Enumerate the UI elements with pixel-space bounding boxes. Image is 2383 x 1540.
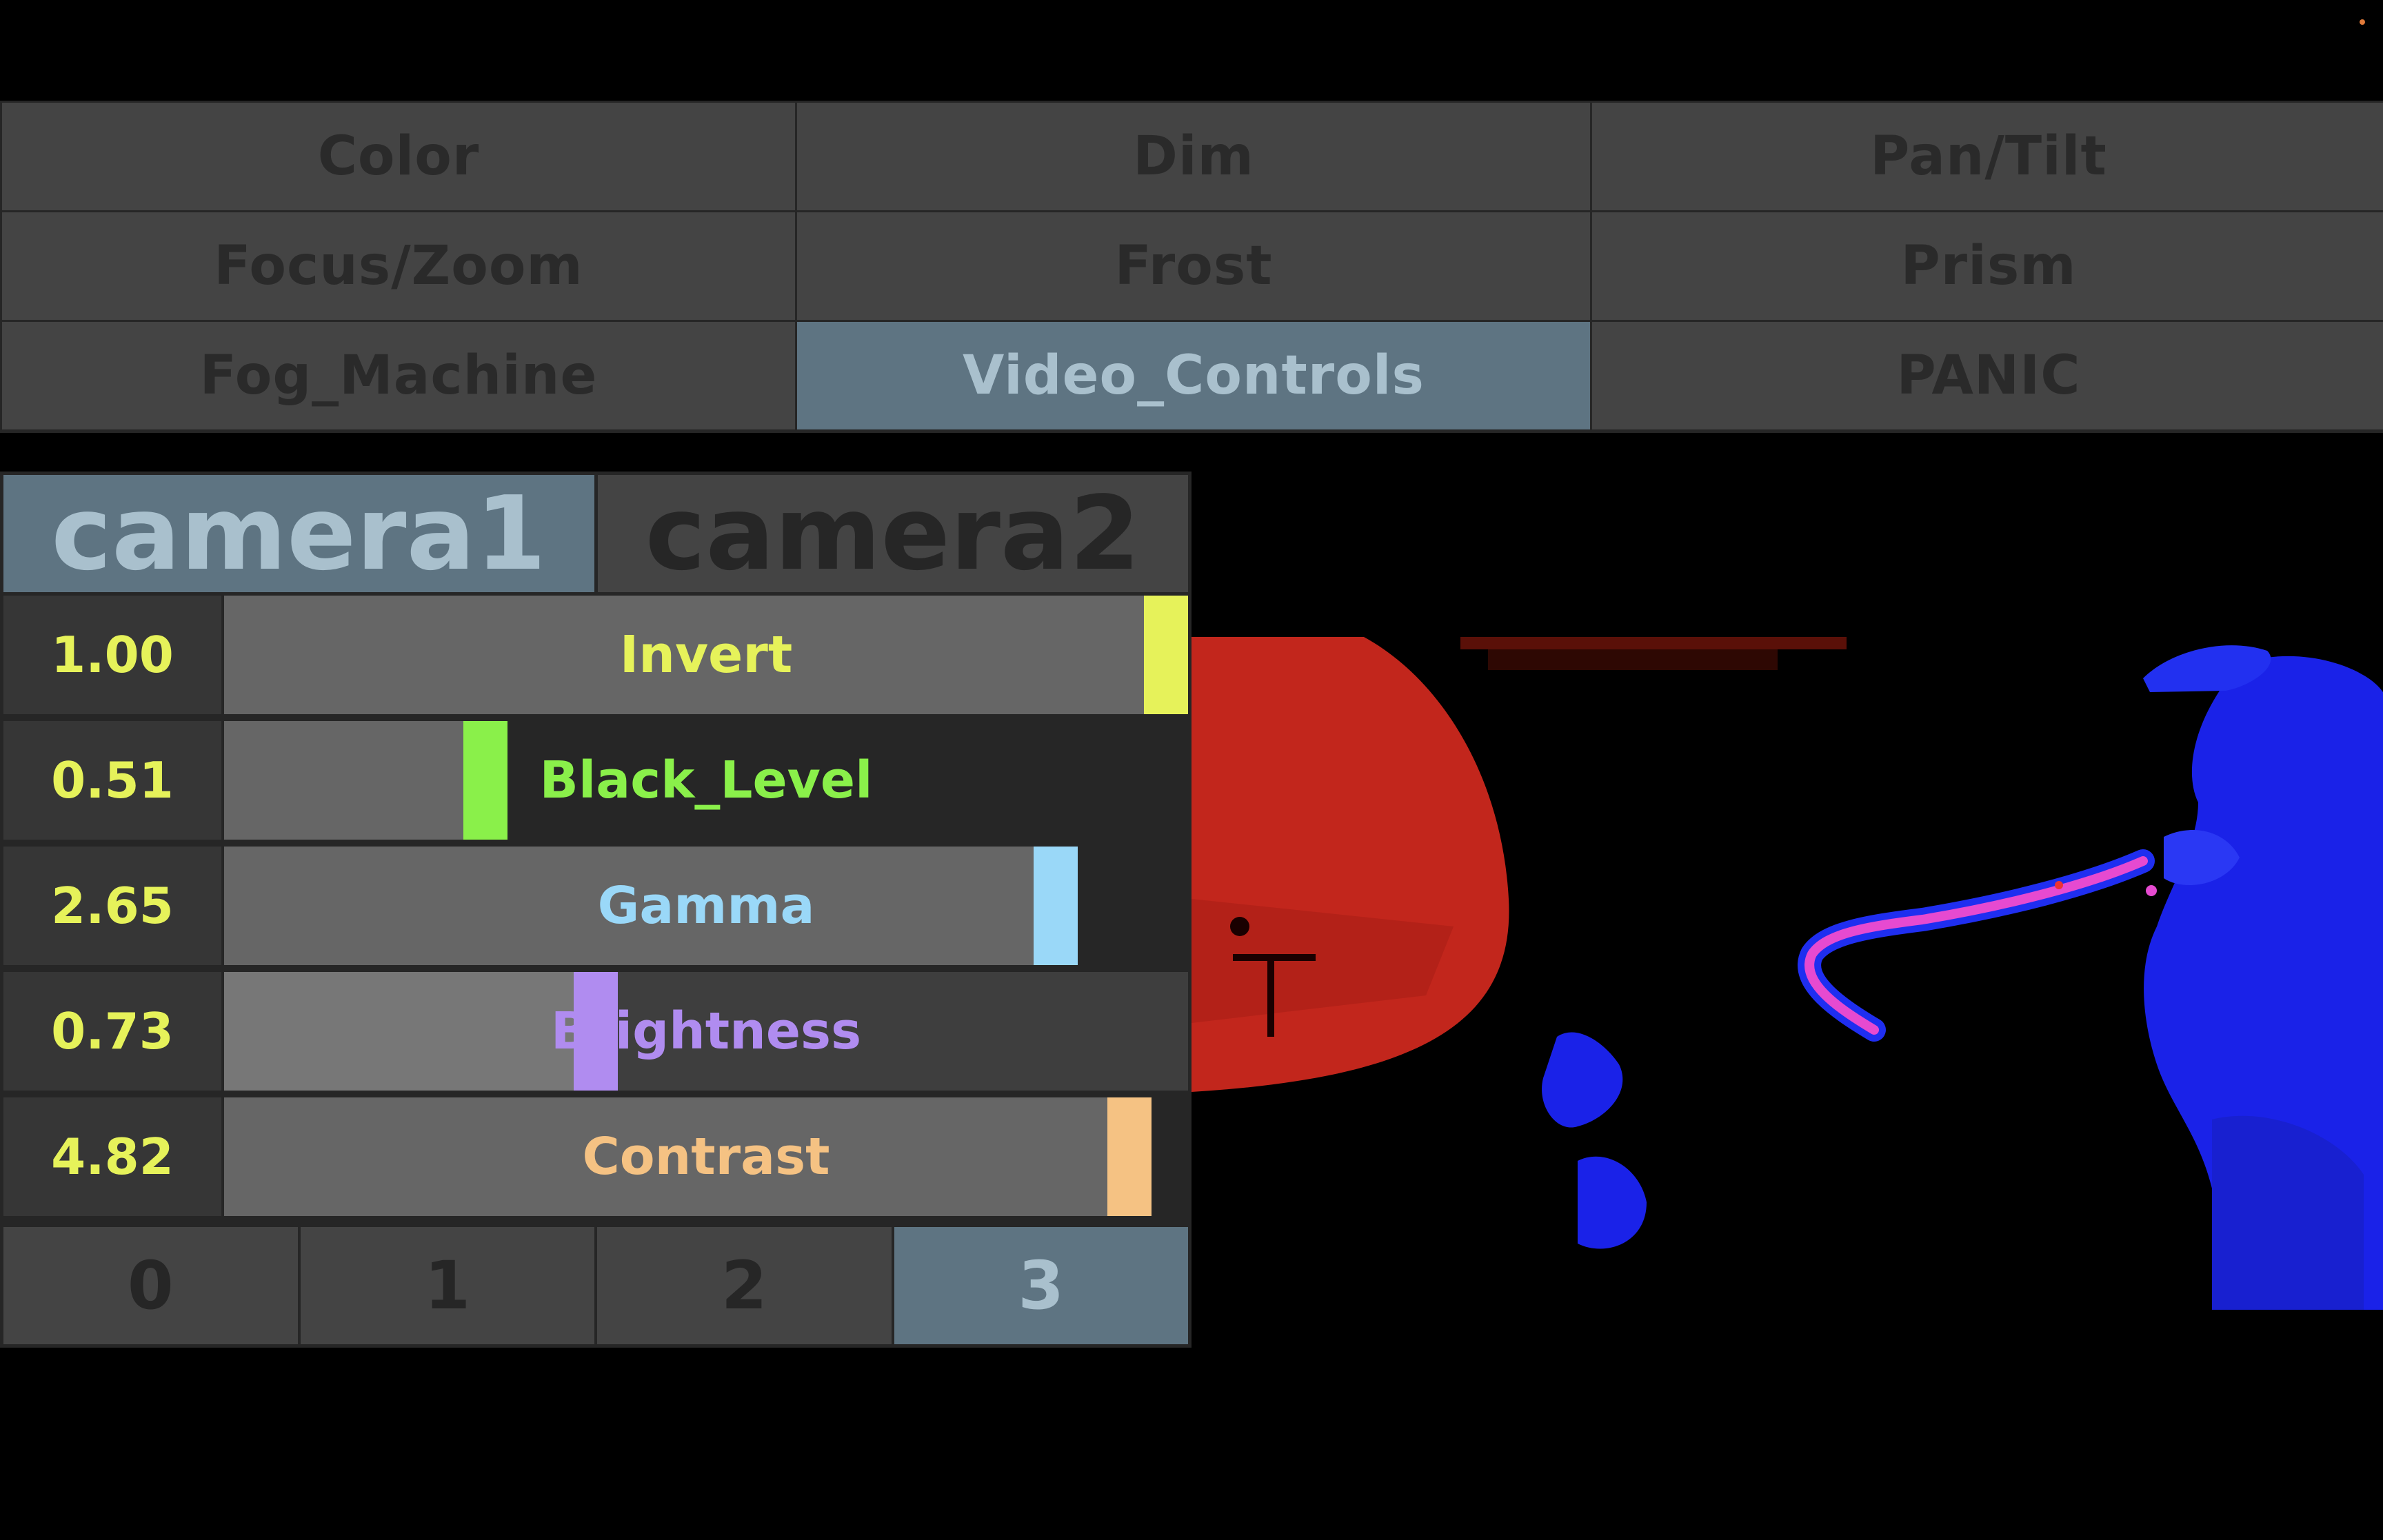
nav-button-video-controls[interactable]: Video_Controls [797,322,1590,429]
fader-row-black-level: 0.51 Black_Level [3,721,1188,840]
preset-button-0[interactable]: 0 [3,1227,298,1344]
gamma-fader[interactable]: Gamma [224,847,1188,965]
preset-button-3[interactable]: 3 [894,1227,1188,1344]
nav-button-panic[interactable]: PANIC [1592,322,2383,429]
video-control-panel: camera1 camera2 1.00 Invert 0.51 Black_L… [0,472,1192,1348]
camera-tabs: camera1 camera2 [3,474,1188,593]
contrast-fader[interactable]: Contrast [224,1097,1188,1216]
nav-button-focus-zoom[interactable]: Focus/Zoom [2,212,795,320]
black-level-label: Black_Level [539,751,873,810]
video-frame-image [1192,637,2383,1310]
nav-button-pan-tilt[interactable]: Pan/Tilt [1592,103,2383,210]
gamma-label: Gamma [597,876,815,935]
fader-row-brightness: 0.73 Brightness [3,972,1188,1091]
preset-button-1[interactable]: 1 [300,1227,594,1344]
tab-camera1[interactable]: camera1 [3,474,594,593]
brightness-value: 0.73 [3,972,221,1091]
tab-camera2[interactable]: camera2 [597,474,1188,593]
invert-value: 1.00 [3,596,221,714]
nav-button-prism[interactable]: Prism [1592,212,2383,320]
black-level-value: 0.51 [3,721,221,840]
nav-button-dim[interactable]: Dim [797,103,1590,210]
fader-row-invert: 1.00 Invert [3,596,1188,714]
gamma-value: 2.65 [3,847,221,965]
preset-button-2[interactable]: 2 [597,1227,892,1344]
brightness-label: Brightness [550,1002,862,1061]
nav-button-color[interactable]: Color [2,103,795,210]
brightness-fader[interactable]: Brightness [224,972,1188,1091]
invert-label: Invert [619,625,793,685]
black-level-fader[interactable]: Black_Level [224,721,1188,840]
contrast-label: Contrast [582,1127,830,1186]
page-nav-grid: Color Dim Pan/Tilt Focus/Zoom Frost Pris… [0,101,2383,433]
video-preview [1192,637,2383,1310]
fader-row-gamma: 2.65 Gamma [3,847,1188,965]
nav-button-fog-machine[interactable]: Fog_Machine [2,322,795,429]
status-indicator [2360,19,2365,25]
app-root: Color Dim Pan/Tilt Focus/Zoom Frost Pris… [0,0,2383,1540]
contrast-value: 4.82 [3,1097,221,1216]
invert-fader[interactable]: Invert [224,596,1188,714]
nav-button-frost[interactable]: Frost [797,212,1590,320]
fader-row-contrast: 4.82 Contrast [3,1097,1188,1216]
preset-buttons: 0 1 2 3 [3,1227,1188,1344]
